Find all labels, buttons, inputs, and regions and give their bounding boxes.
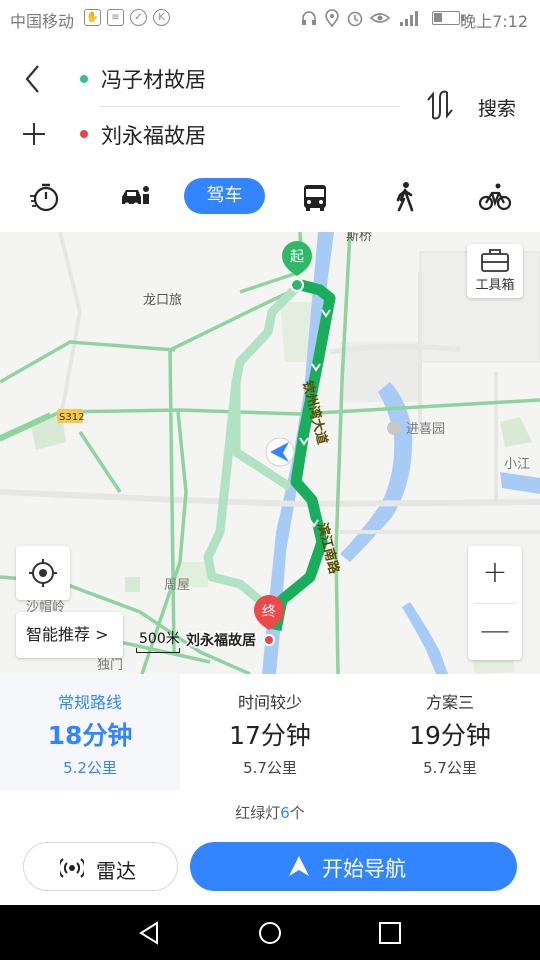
system-nav-bar	[0, 905, 540, 960]
traffic-light-suffix: 个	[289, 804, 305, 822]
place-label-jinxiangyuan: 进喜园	[406, 422, 445, 437]
locate-button[interactable]	[16, 546, 70, 600]
route-option-name: 方案三	[425, 693, 474, 712]
route-option-distance: 5.7公里	[243, 759, 297, 777]
place-label-xiaojiang: 小江	[504, 457, 530, 472]
clock: 晚上7:12	[460, 12, 528, 31]
traffic-light-number: 6	[280, 804, 290, 822]
timer-icon[interactable]	[28, 180, 62, 214]
start-point-pin	[290, 278, 304, 292]
field-divider	[100, 106, 400, 107]
status-right-icons	[300, 9, 464, 27]
radar-label: 雷达	[96, 859, 136, 883]
map-canvas: 钦州湾大道 滨江南路 龙口旅 斯桥 S312 进喜园 小江 周屋 沙帽岭 独门 …	[0, 232, 540, 674]
start-point-field[interactable]: 冯子材故居	[101, 64, 206, 94]
route-option-time: 17分钟	[229, 721, 311, 750]
map-scale-label: 500米	[139, 631, 180, 647]
walk-icon[interactable]	[388, 180, 422, 214]
radar-icon	[60, 858, 84, 878]
traffic-light-count: 红绿灯6个	[0, 802, 540, 823]
bus-icon[interactable]	[298, 180, 332, 214]
alarm-icon	[347, 11, 363, 27]
end-marker-label: 终	[262, 604, 276, 620]
end-point-field[interactable]: 刘永福故居	[101, 120, 206, 150]
taxi-icon[interactable]	[118, 180, 152, 214]
carrier-name: 中国移动	[10, 12, 75, 31]
route-option-name: 时间较少	[237, 693, 302, 712]
route-option-time: 18分钟	[47, 721, 133, 750]
zoom-out-button[interactable]: —	[468, 604, 522, 660]
route-option-card[interactable]: 时间较少 17分钟 5.7公里	[180, 674, 360, 790]
start-navigation-button[interactable]: 开始导航	[190, 842, 517, 891]
zoom-controls: + —	[468, 546, 522, 660]
start-navigation-label: 开始导航	[322, 857, 406, 881]
traffic-light-prefix: 红绿灯	[235, 804, 281, 822]
start-marker-label: 起	[290, 249, 304, 265]
route-option-card[interactable]: 方案三 19分钟 5.7公里	[360, 674, 540, 790]
route-option-card[interactable]: 常规路线 18分钟 5.2公里	[0, 674, 180, 790]
toolbox-label: 工具箱	[475, 278, 515, 293]
map-view[interactable]: 钦州湾大道 滨江南路 龙口旅 斯桥 S312 进喜园 小江 周屋 沙帽岭 独门 …	[0, 232, 540, 674]
start-point-dot	[80, 75, 88, 83]
smart-recommend-label: 智能推荐	[26, 625, 91, 644]
toolbox-button[interactable]: 工具箱	[467, 244, 523, 298]
back-icon[interactable]	[18, 62, 48, 96]
locate-icon	[29, 559, 57, 587]
k-badge-icon: K	[153, 9, 170, 26]
route-option-name: 常规路线	[57, 693, 122, 712]
navigation-arrow-icon	[289, 856, 309, 876]
transport-mode-bar: 驾车	[0, 176, 540, 218]
back-nav-icon[interactable]	[137, 920, 163, 946]
end-point-pin	[263, 634, 275, 646]
route-options-panel: 常规路线 18分钟 5.2公里 时间较少 17分钟 5.7公里 方案三 19分钟…	[0, 674, 540, 790]
shield-icon: ✓	[130, 9, 147, 26]
status-bar: 中国移动 ✋ ≡ ✓ K 晚上7:12	[0, 0, 540, 36]
place-label-zhouwu: 周屋	[164, 578, 190, 593]
place-label-dulu: 独门	[97, 658, 123, 673]
zoom-in-button[interactable]: +	[468, 546, 522, 602]
smart-recommend-button[interactable]: 智能推荐 >	[16, 612, 123, 658]
location-icon	[325, 9, 339, 27]
place-label-longkou: 龙口旅	[143, 293, 182, 308]
route-option-distance: 5.2公里	[63, 759, 117, 777]
map-scale-bar	[136, 648, 180, 653]
route-option-time: 19分钟	[409, 721, 491, 750]
place-label-bridge: 斯桥	[346, 232, 372, 244]
bike-icon[interactable]	[478, 180, 512, 214]
chevron-right-icon: >	[95, 625, 109, 644]
end-place-name: 刘永福故居	[186, 632, 256, 649]
notification-icon: ✋	[84, 9, 101, 26]
signal-icon	[400, 11, 418, 26]
radar-button[interactable]: 雷达	[23, 842, 178, 891]
poi-pin-icon	[387, 421, 401, 435]
mode-drive-tab[interactable]: 驾车	[184, 178, 265, 214]
route-option-distance: 5.7公里	[423, 759, 477, 777]
list-icon: ≡	[107, 9, 124, 26]
recents-nav-icon[interactable]	[377, 920, 403, 946]
battery-icon	[432, 11, 464, 25]
headset-icon	[302, 11, 316, 25]
search-button[interactable]: 搜索	[478, 94, 516, 121]
swap-route-icon[interactable]	[424, 88, 458, 122]
home-nav-icon[interactable]	[257, 920, 283, 946]
eye-icon	[370, 13, 390, 23]
highway-label-s312: S312	[59, 412, 84, 423]
end-point-dot	[80, 130, 88, 138]
toolbox-icon	[481, 249, 509, 272]
status-left-icons: ✋ ≡ ✓ K	[84, 9, 170, 26]
add-stop-icon[interactable]	[20, 120, 48, 148]
